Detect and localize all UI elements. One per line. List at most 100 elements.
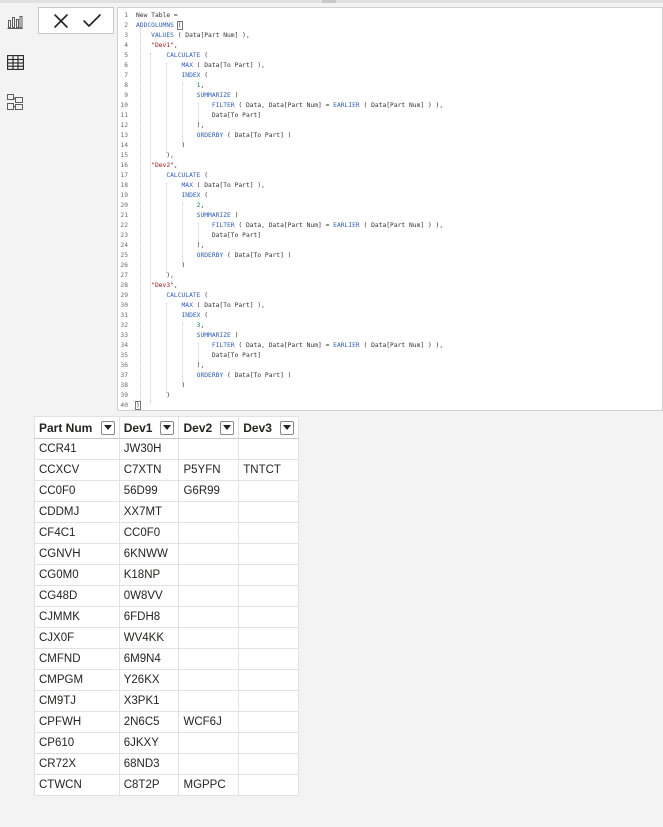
table-cell[interactable]	[178, 585, 240, 607]
table-cell[interactable]	[178, 627, 240, 649]
table-cell[interactable]: 0W8VV	[118, 585, 180, 607]
table-cell[interactable]	[178, 564, 240, 586]
table-cell[interactable]: CCR41	[34, 438, 120, 460]
code-text: "Dev2",	[136, 161, 178, 171]
table-cell[interactable]	[238, 732, 299, 754]
table-cell[interactable]	[238, 669, 299, 691]
model-view-icon[interactable]	[5, 92, 25, 112]
table-cell[interactable]	[178, 732, 240, 754]
table-cell[interactable]: 6JKXY	[118, 732, 180, 754]
table-cell[interactable]: 6M9N4	[118, 648, 180, 670]
table-cell[interactable]: G6R99	[178, 480, 240, 502]
table-cell[interactable]: CR72X	[34, 753, 120, 775]
line-number: 33	[120, 332, 128, 339]
table-cell[interactable]	[238, 564, 299, 586]
table-cell[interactable]: WCF6J	[178, 711, 240, 733]
table-cell[interactable]: CM9TJ	[34, 690, 120, 712]
table-cell[interactable]: 6KNWW	[118, 543, 180, 565]
table-cell[interactable]	[238, 585, 299, 607]
code-token: )	[136, 142, 186, 149]
code-text: ORDERBY ( Data[To Part] )	[136, 251, 292, 261]
table-cell[interactable]	[238, 753, 299, 775]
commit-button[interactable]	[80, 10, 104, 32]
line-number: 35	[120, 352, 128, 359]
table-cell[interactable]	[178, 438, 240, 460]
table-cell[interactable]	[238, 438, 299, 460]
table-cell[interactable]: CJX0F	[34, 627, 120, 649]
table-cell[interactable]: K18NP	[118, 564, 180, 586]
table-cell[interactable]: CPFWH	[34, 711, 120, 733]
column-header-label: Part Num	[39, 420, 93, 435]
table-cell[interactable]: C7XTN	[118, 459, 180, 481]
dax-formula-editor[interactable]: 1 New Table = 2 ADDCOLUMNS (3 VALUES ( Dat…	[117, 7, 663, 411]
table-cell[interactable]	[178, 501, 240, 523]
table-cell[interactable]: CF4C1	[34, 522, 120, 544]
table-cell[interactable]	[178, 648, 240, 670]
table-cell[interactable]	[238, 522, 299, 544]
table-cell[interactable]: XX7MT	[118, 501, 180, 523]
table-cell[interactable]: 68ND3	[118, 753, 180, 775]
report-view-icon[interactable]	[5, 12, 25, 32]
table-cell[interactable]: WV4KK	[118, 627, 180, 649]
table-cell[interactable]: 2N6C5	[118, 711, 180, 733]
table-cell[interactable]: P5YFN	[178, 459, 240, 481]
table-cell[interactable]: JW30H	[118, 438, 180, 460]
column-header-dev1[interactable]: Dev1	[118, 416, 180, 439]
table-cell[interactable]: CMFND	[34, 648, 120, 670]
table-cell[interactable]	[178, 522, 240, 544]
column-header-part-num[interactable]: Part Num	[34, 416, 120, 439]
filter-dropdown-icon[interactable]	[100, 420, 115, 435]
table-cell[interactable]	[238, 690, 299, 712]
table-cell[interactable]: 6FDH8	[118, 606, 180, 628]
top-bar-handle[interactable]	[322, 0, 336, 3]
table-cell[interactable]: CTWCN	[34, 774, 120, 796]
table-cell[interactable]: CC0F0	[34, 480, 120, 502]
code-text: SUMMARIZE (	[136, 211, 239, 221]
table-cell[interactable]	[178, 543, 240, 565]
table-cell[interactable]: C8T2P	[118, 774, 180, 796]
table-cell[interactable]	[238, 606, 299, 628]
table-cell[interactable]	[238, 627, 299, 649]
cancel-button[interactable]	[49, 10, 73, 32]
filter-dropdown-icon[interactable]	[160, 420, 175, 435]
table-cell[interactable]: CC0F0	[118, 522, 180, 544]
table-cell[interactable]	[178, 606, 240, 628]
table-cell[interactable]: CP610	[34, 732, 120, 754]
table-cell[interactable]	[238, 480, 299, 502]
table-cell[interactable]: CDDMJ	[34, 501, 120, 523]
table-row: CJX0F WV4KK	[34, 627, 299, 649]
table-cell[interactable]: MGPPC	[178, 774, 240, 796]
table-cell[interactable]: CGNVH	[34, 543, 120, 565]
table-cell[interactable]	[178, 753, 240, 775]
code-text: Data[To Part]	[136, 351, 261, 361]
table-cell[interactable]: CG0M0	[34, 564, 120, 586]
table-cell[interactable]: CJMMK	[34, 606, 120, 628]
table-cell[interactable]: Y26KX	[118, 669, 180, 691]
code-token: Data[To Part]	[136, 352, 262, 359]
filter-dropdown-icon[interactable]	[220, 420, 235, 435]
table-cell[interactable]	[178, 669, 240, 691]
table-cell[interactable]: CMPGM	[34, 669, 120, 691]
code-token: FILTER	[211, 102, 235, 109]
column-header-dev3[interactable]: Dev3	[238, 416, 299, 439]
code-token: FILTER	[211, 342, 235, 349]
filter-dropdown-icon[interactable]	[280, 420, 294, 435]
table-cell[interactable]: 56D99	[118, 480, 180, 502]
table-cell[interactable]: TNTCT	[238, 459, 299, 481]
table-view-icon[interactable]	[5, 52, 25, 72]
table-cell[interactable]	[178, 690, 240, 712]
table-cell[interactable]: X3PK1	[118, 690, 180, 712]
table-cell[interactable]	[238, 543, 299, 565]
table-cell[interactable]: CCXCV	[34, 459, 120, 481]
table-cell[interactable]	[238, 774, 299, 796]
column-header-dev2[interactable]: Dev2	[178, 416, 240, 439]
line-number: 22	[120, 222, 128, 229]
table-row: CG0M0 K18NP	[34, 564, 299, 586]
table-cell[interactable]	[238, 501, 299, 523]
table-cell[interactable]	[238, 648, 299, 670]
code-token: (	[200, 312, 209, 319]
table-cell[interactable]: CG48D	[34, 585, 120, 607]
table-cell[interactable]	[238, 711, 299, 733]
